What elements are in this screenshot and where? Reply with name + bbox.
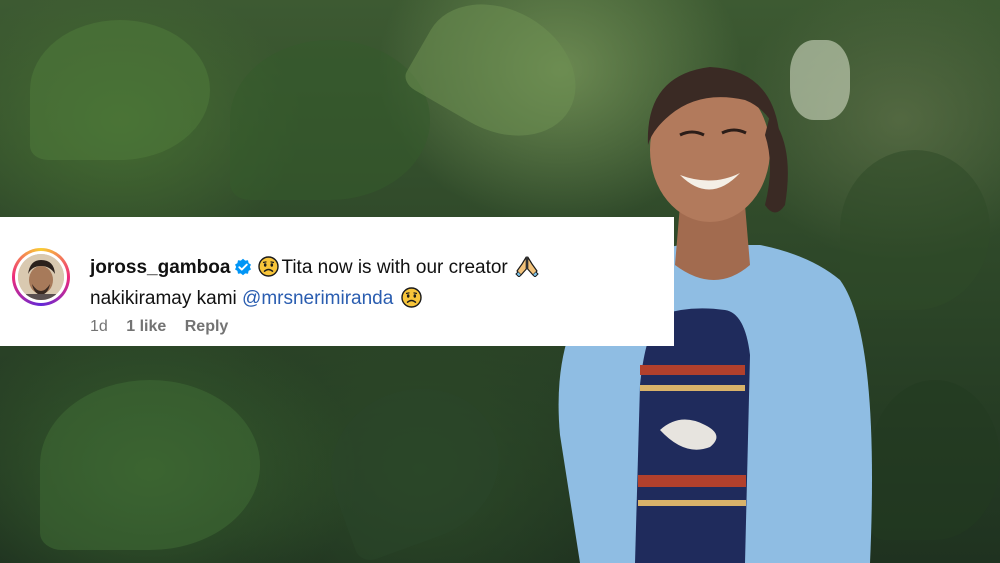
likes-count[interactable]: 1 like <box>126 318 166 335</box>
comment-line-1: joross_gamboa Tita now is with our creato… <box>90 254 660 285</box>
comment-meta: 1d 1 like Reply <box>90 318 242 336</box>
praying-hands-emoji <box>515 255 539 285</box>
comment-text: Tita now is with our creator <box>281 257 508 278</box>
comment-card: joross_gamboa Tita now is with our creato… <box>0 217 674 346</box>
sad-face-emoji <box>258 256 280 285</box>
comment-body: joross_gamboa Tita now is with our creato… <box>90 254 660 316</box>
sad-face-emoji <box>400 287 422 316</box>
verified-badge-icon <box>234 257 252 284</box>
avatar[interactable] <box>12 248 70 306</box>
comment-line-2: nakikiramay kami @mrsnerimiranda <box>90 285 660 316</box>
mention-link[interactable]: @mrsnerimiranda <box>242 288 393 309</box>
comment-time: 1d <box>90 318 108 335</box>
username[interactable]: joross_gamboa <box>90 257 230 278</box>
comment-text-2: nakikiramay kami <box>90 288 237 309</box>
reply-button[interactable]: Reply <box>185 318 229 335</box>
